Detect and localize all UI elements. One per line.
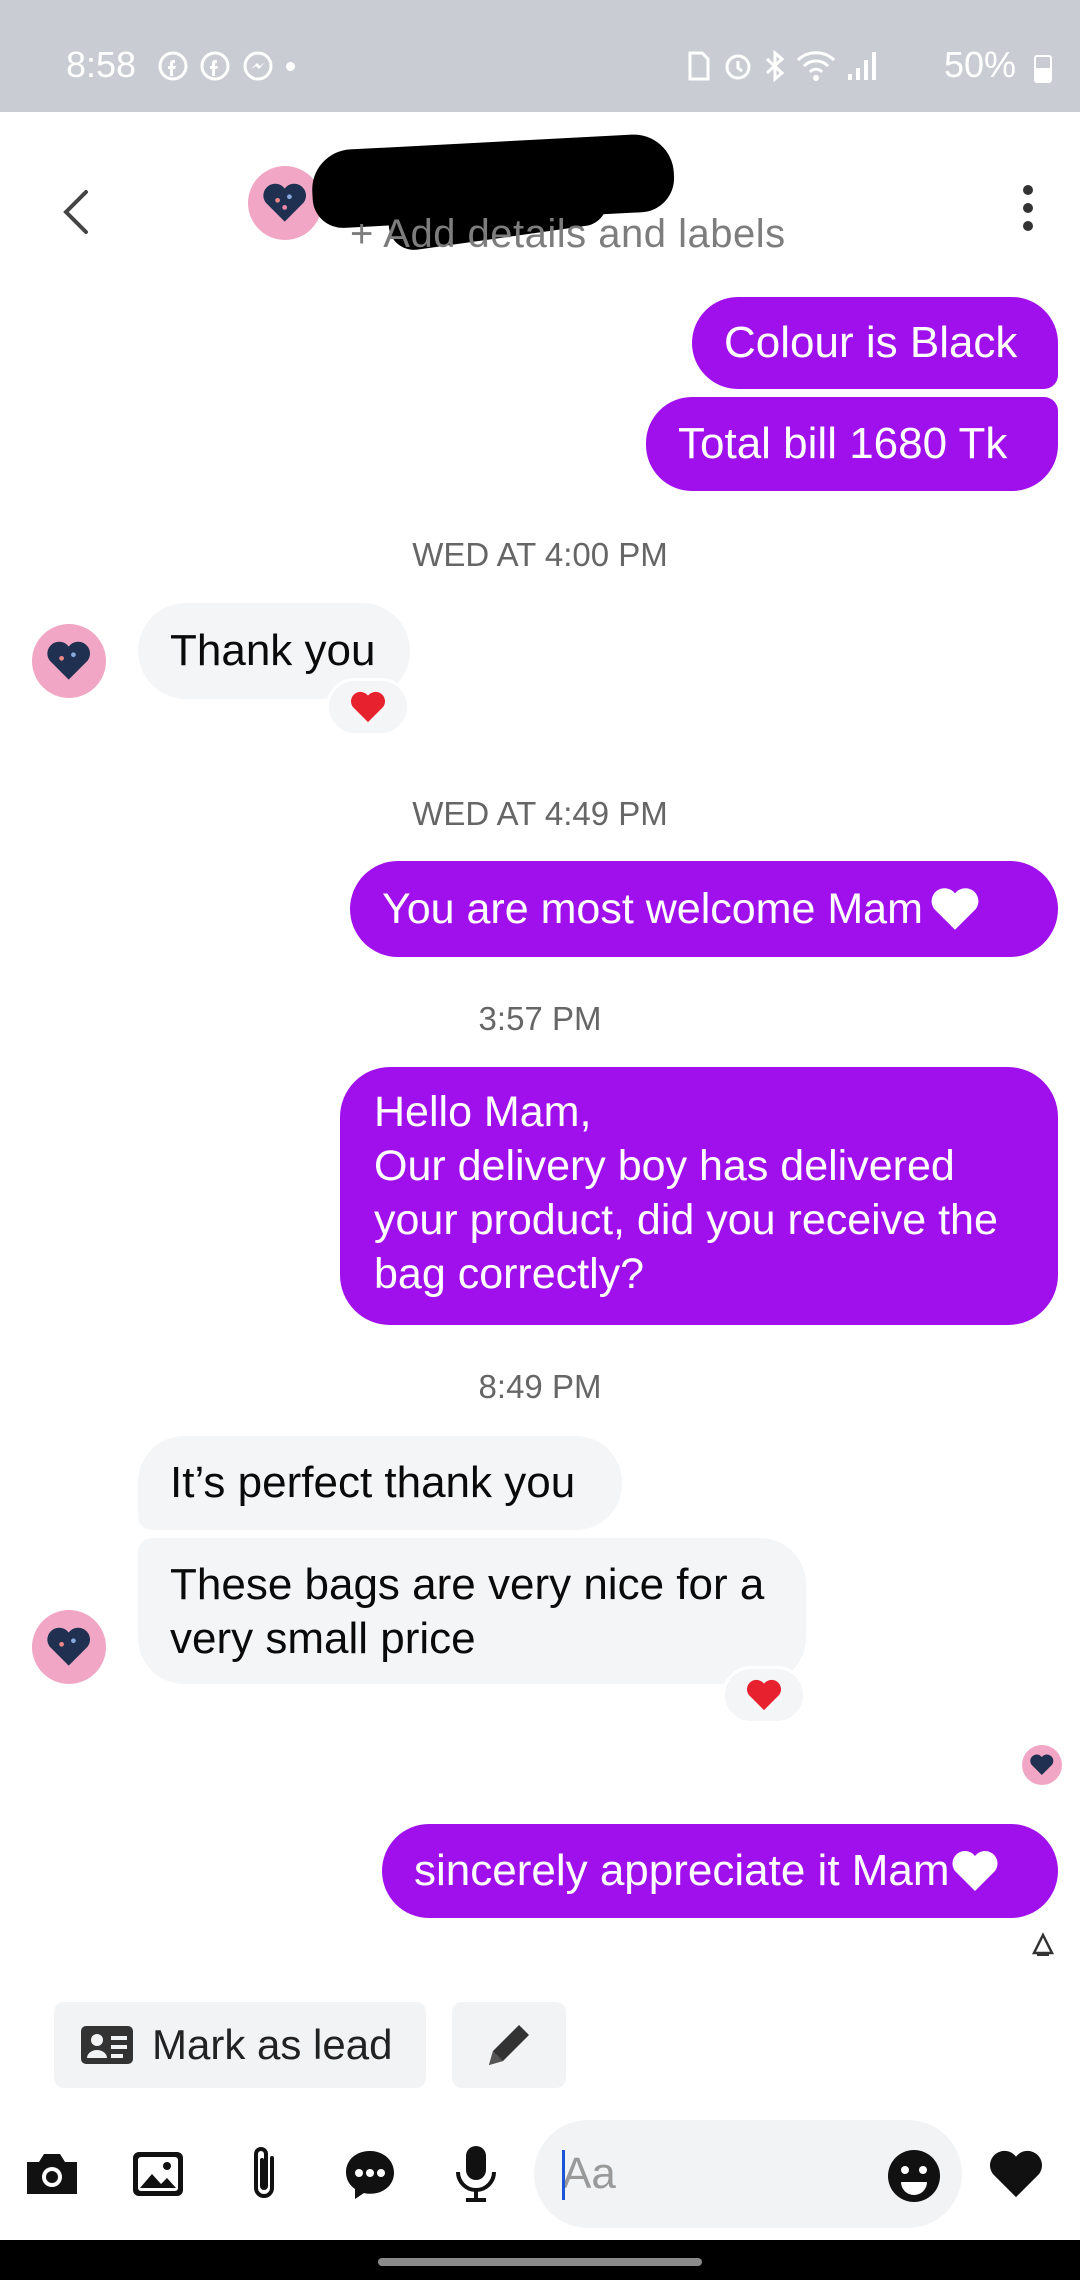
alarm-icon (725, 54, 751, 80)
incoming-message[interactable]: It’s perfect thank you (138, 1436, 622, 1530)
lead-card-icon (81, 2026, 133, 2064)
gallery-button[interactable] (124, 2140, 192, 2208)
red-heart-icon (747, 1679, 781, 1711)
message-text: sincerely appreciate it Mam (414, 1846, 950, 1895)
reaction-badge[interactable] (722, 1666, 806, 1724)
mark-as-lead-button[interactable]: Mark as lead (54, 2002, 426, 2088)
message-text: You are most welcome Mam (382, 884, 923, 933)
edit-button[interactable] (452, 2002, 566, 2088)
pencil-icon (489, 2025, 529, 2065)
battery-percent: 50% (943, 44, 1016, 85)
add-details-link[interactable]: + Add details and labels (350, 212, 786, 257)
more-icon[interactable] (1018, 182, 1038, 234)
heart-logo-icon (47, 642, 91, 680)
contact-avatar[interactable] (248, 166, 322, 240)
seen-avatar (1022, 1745, 1062, 1785)
red-heart-icon (351, 691, 385, 723)
outgoing-message[interactable]: Colour is Black (692, 297, 1058, 389)
status-time: 8:58 (66, 44, 137, 85)
camera-icon (27, 2154, 77, 2194)
incoming-message[interactable]: These bags are very nice for a very smal… (138, 1538, 806, 1684)
notification-icons (158, 50, 295, 82)
back-icon[interactable] (56, 182, 96, 242)
mark-as-lead-label: Mark as lead (152, 2021, 393, 2068)
wifi-icon (796, 51, 836, 81)
facebook-icon (158, 51, 188, 81)
conversation-header: + Add details and labels (0, 112, 1080, 292)
sim-icon (688, 51, 710, 81)
home-gesture-pill[interactable] (378, 2258, 702, 2266)
sender-avatar[interactable] (32, 624, 106, 698)
sender-avatar[interactable] (32, 1610, 106, 1684)
text-cursor (562, 2150, 565, 2200)
messenger-icon (243, 51, 273, 81)
outgoing-message[interactable]: Hello Mam, Our delivery boy has delivere… (340, 1067, 1058, 1325)
facebook-icon (200, 51, 230, 81)
composer (0, 2110, 1080, 2240)
camera-button[interactable] (18, 2140, 86, 2208)
status-bar: 8:58 50% (0, 0, 1080, 112)
heart-logo-icon (47, 1628, 91, 1666)
image-icon (133, 2152, 183, 2196)
navigation-bar (0, 2240, 1080, 2280)
like-heart-icon (990, 2150, 1042, 2198)
message-input[interactable] (562, 2144, 862, 2204)
more-notifications-dot (286, 61, 295, 71)
outgoing-message[interactable]: sincerely appreciate it Mam (382, 1824, 1058, 1918)
white-heart-icon (931, 888, 979, 930)
voice-button[interactable] (442, 2140, 510, 2208)
reaction-badge[interactable] (326, 678, 410, 736)
read-receipt-icon (1031, 1932, 1055, 1956)
attach-icon (254, 2147, 274, 2198)
heart-logo-icon (263, 184, 307, 222)
heart-logo-icon (1030, 1754, 1054, 1776)
chat-button[interactable] (336, 2140, 404, 2208)
signal-icon (848, 52, 876, 80)
battery-icon (1034, 55, 1052, 83)
timestamp: 8:49 PM (478, 1368, 602, 1405)
message-input-container[interactable] (534, 2120, 962, 2228)
timestamp: 3:57 PM (478, 1000, 602, 1037)
outgoing-message[interactable]: You are most welcome Mam (350, 861, 1058, 957)
emoji-icon[interactable] (886, 2148, 942, 2204)
mic-icon (456, 2146, 496, 2202)
system-icons (686, 50, 880, 82)
like-button[interactable] (982, 2140, 1050, 2208)
timestamp: WED AT 4:49 PM (412, 795, 668, 832)
timestamp: WED AT 4:00 PM (412, 536, 668, 573)
bluetooth-icon (765, 50, 785, 82)
chat-icon (346, 2151, 394, 2199)
attach-button[interactable] (230, 2140, 298, 2208)
white-heart-icon (952, 1851, 998, 1891)
outgoing-message[interactable]: Total bill 1680 Tk (646, 397, 1058, 491)
